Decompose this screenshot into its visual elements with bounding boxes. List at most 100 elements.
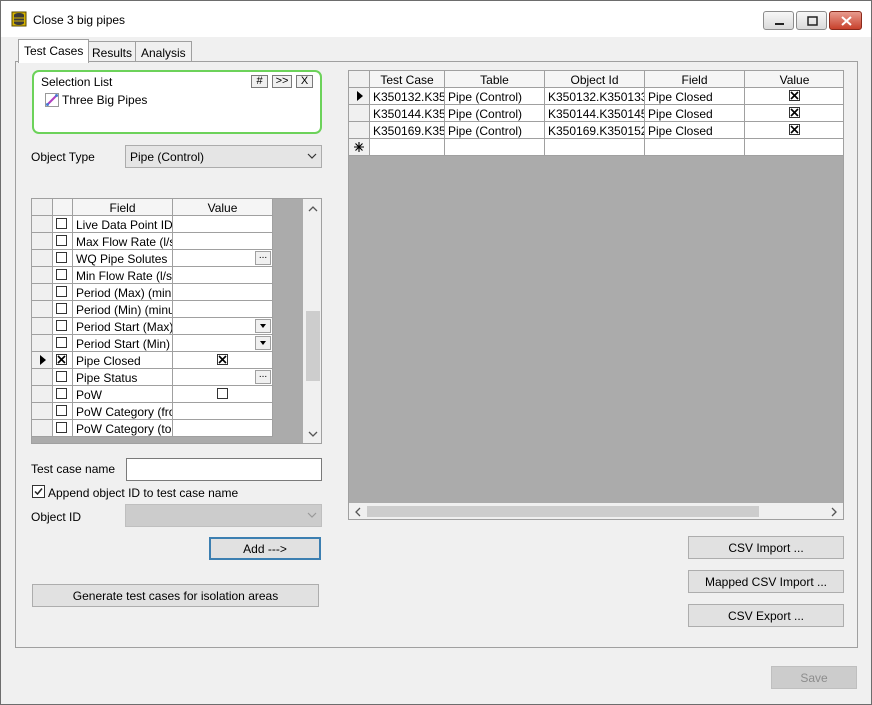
row-value-cell[interactable] — [173, 403, 273, 420]
object-type-select[interactable]: Pipe (Control) — [125, 145, 322, 168]
field-cell[interactable] — [645, 139, 745, 156]
value-checkbox[interactable] — [789, 90, 800, 101]
selection-list[interactable]: Selection List # >> X Three Big Pipes — [32, 70, 322, 134]
object-id-cell[interactable]: K350132.K350133.1 — [545, 88, 645, 105]
append-object-id-checkbox[interactable] — [32, 485, 45, 498]
include-field-checkbox[interactable] — [56, 320, 67, 331]
ellipsis-button[interactable]: ... — [255, 370, 271, 384]
dropdown-button[interactable] — [255, 319, 271, 333]
row-field-cell[interactable]: PoW Category (fro — [73, 403, 173, 420]
value-cell[interactable] — [745, 88, 843, 105]
table-cell[interactable]: Pipe (Control) — [445, 122, 545, 139]
test-case-cell[interactable]: K350132.K350 — [370, 88, 445, 105]
field-cell[interactable]: Pipe Closed — [645, 105, 745, 122]
test-case-cell[interactable]: K350169.K350 — [370, 122, 445, 139]
row-value-cell[interactable] — [173, 420, 273, 437]
row-value-cell[interactable] — [173, 267, 273, 284]
row-value-cell[interactable] — [173, 386, 273, 403]
include-field-checkbox[interactable] — [56, 269, 67, 280]
scrollbar-thumb[interactable] — [367, 506, 759, 517]
ellipsis-button[interactable]: ... — [255, 251, 271, 265]
object-id-cell[interactable] — [545, 139, 645, 156]
row-value-cell[interactable]: ... — [173, 250, 273, 267]
chevron-up-icon[interactable] — [308, 205, 318, 212]
row-field-cell[interactable]: Live Data Point ID — [73, 216, 173, 233]
row-value-cell[interactable] — [173, 335, 273, 352]
row-field-cell[interactable]: Min Flow Rate (l/s) — [73, 267, 173, 284]
row-field-cell[interactable]: WQ Pipe Solutes — [73, 250, 173, 267]
value-cell[interactable] — [745, 122, 843, 139]
tab-analysis[interactable]: Analysis — [135, 41, 192, 63]
value-cell[interactable] — [745, 139, 843, 156]
include-field-checkbox[interactable] — [56, 303, 67, 314]
value-checkbox[interactable] — [217, 388, 228, 399]
test-case-cell[interactable]: K350144.K350 — [370, 105, 445, 122]
include-field-checkbox[interactable] — [56, 388, 67, 399]
test-case-name-input[interactable] — [126, 458, 322, 481]
include-field-checkbox[interactable] — [56, 371, 67, 382]
tab-results[interactable]: Results — [86, 41, 139, 63]
include-field-checkbox[interactable] — [56, 218, 67, 229]
field-cell[interactable]: Pipe Closed — [645, 88, 745, 105]
chevron-right-icon[interactable] — [831, 507, 838, 517]
maximize-button[interactable] — [796, 11, 827, 30]
row-value-cell[interactable] — [173, 301, 273, 318]
row-value-cell[interactable] — [173, 352, 273, 369]
include-field-checkbox[interactable] — [56, 405, 67, 416]
table-cell[interactable]: Pipe (Control) — [445, 88, 545, 105]
dropdown-button[interactable] — [255, 336, 271, 350]
row-field-cell[interactable]: Pipe Status — [73, 369, 173, 386]
table-cell[interactable] — [445, 139, 545, 156]
header-table[interactable]: Table — [445, 71, 545, 88]
object-id-select[interactable] — [125, 504, 322, 527]
chevron-down-icon[interactable] — [308, 431, 318, 438]
row-value-cell[interactable] — [173, 318, 273, 335]
csv-export-button[interactable]: CSV Export ... — [688, 604, 844, 627]
table-cell[interactable]: Pipe (Control) — [445, 105, 545, 122]
row-field-cell[interactable]: PoW Category (to - — [73, 420, 173, 437]
header-field[interactable]: Field — [645, 71, 745, 88]
title-bar[interactable]: Close 3 big pipes — [1, 1, 871, 37]
field-grid-scrollbar[interactable] — [303, 199, 321, 443]
save-button[interactable]: Save — [771, 666, 857, 689]
close-button[interactable] — [829, 11, 862, 30]
csv-import-button[interactable]: CSV Import ... — [688, 536, 844, 559]
generate-test-cases-button[interactable]: Generate test cases for isolation areas — [32, 584, 319, 607]
header-test-case[interactable]: Test Case — [370, 71, 445, 88]
row-field-cell[interactable]: Period Start (Min) — [73, 335, 173, 352]
row-value-cell[interactable]: ... — [173, 369, 273, 386]
row-field-cell[interactable]: Period (Min) (minu — [73, 301, 173, 318]
field-grid[interactable]: Field Value Live Data Point ID Max Flow R… — [31, 198, 322, 444]
object-id-cell[interactable]: K350169.K350152.1 — [545, 122, 645, 139]
object-id-cell[interactable]: K350144.K350145.1 — [545, 105, 645, 122]
value-checkbox[interactable] — [789, 124, 800, 135]
row-field-cell[interactable]: Period Start (Max) — [73, 318, 173, 335]
field-cell[interactable]: Pipe Closed — [645, 122, 745, 139]
scrollbar-thumb[interactable] — [306, 311, 320, 381]
clear-button[interactable]: X — [296, 75, 313, 88]
mapped-csv-import-button[interactable]: Mapped CSV Import ... — [688, 570, 844, 593]
header-value[interactable]: Value — [745, 71, 843, 88]
include-field-checkbox[interactable] — [56, 252, 67, 263]
cases-grid-scrollbar[interactable] — [349, 503, 843, 519]
header-field[interactable]: Field — [73, 199, 173, 216]
value-cell[interactable] — [745, 105, 843, 122]
include-field-checkbox[interactable] — [56, 422, 67, 433]
row-value-cell[interactable] — [173, 233, 273, 250]
row-value-cell[interactable] — [173, 284, 273, 301]
expand-button[interactable]: >> — [272, 75, 292, 88]
minimize-button[interactable] — [763, 11, 794, 30]
test-cases-grid[interactable]: Test Case Table Object Id Field Value K3… — [348, 70, 844, 520]
header-object-id[interactable]: Object Id — [545, 71, 645, 88]
value-checkbox[interactable] — [217, 354, 228, 365]
hash-button[interactable]: # — [251, 75, 268, 88]
include-field-checkbox[interactable] — [56, 337, 67, 348]
test-case-cell[interactable] — [370, 139, 445, 156]
include-field-checkbox[interactable] — [56, 354, 67, 365]
row-field-cell[interactable]: Pipe Closed — [73, 352, 173, 369]
include-field-checkbox[interactable] — [56, 235, 67, 246]
tab-test-cases[interactable]: Test Cases — [18, 39, 90, 63]
chevron-left-icon[interactable] — [354, 507, 361, 517]
row-field-cell[interactable]: Period (Max) (minu — [73, 284, 173, 301]
add-button[interactable]: Add ---> — [209, 537, 321, 560]
